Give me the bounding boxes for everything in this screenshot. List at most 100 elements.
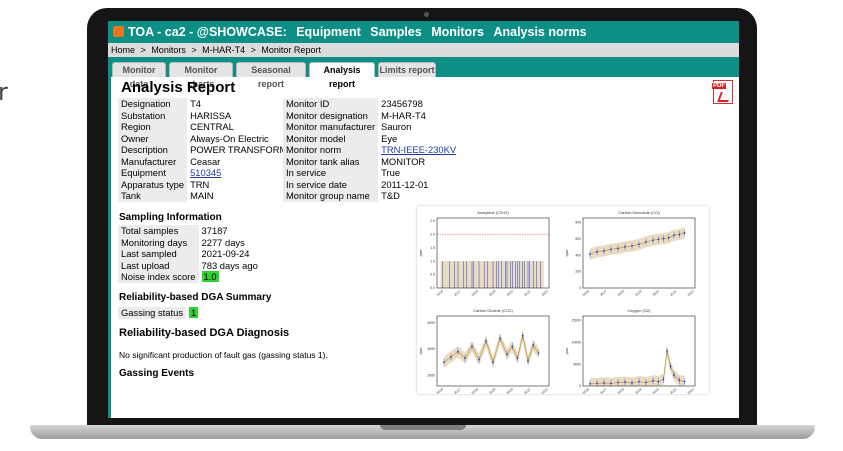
monitor-norm-link[interactable]: TRN-IEEE-230KV <box>381 144 456 155</box>
data-point <box>673 234 675 237</box>
dga-charts: Acetylene (C2H2) ppm 0.0 0.5 1.0 1.5 2.0 2.5 201… <box>417 206 709 395</box>
x-tick-label: 2019 <box>488 289 496 297</box>
y-tick-label: 1.5 <box>430 246 435 250</box>
row-key: Tank <box>118 190 188 202</box>
gassing-status-label: Gassing status <box>118 307 187 319</box>
table-row: Manufacturer Ceasar <box>118 155 304 167</box>
pdf-icon-label: PDF <box>712 83 726 89</box>
pdf-export-icon[interactable]: PDF <box>712 80 733 104</box>
row-value: T&D <box>378 190 460 202</box>
table-row: Monitor group name T&D <box>283 190 460 202</box>
data-point <box>657 380 660 383</box>
menu-equipment[interactable]: Equipment <box>296 25 361 39</box>
breadcrumb-monitor[interactable]: M-HAR-T4 <box>202 45 245 55</box>
breadcrumb-sep: > <box>191 45 197 55</box>
sampling-table: Total samples 37187 Monitoring days 2277 d… <box>118 225 261 283</box>
data-point <box>485 340 487 342</box>
band-area <box>440 261 544 288</box>
data-point <box>645 381 647 384</box>
data-point <box>638 243 640 246</box>
breadcrumb-monitors[interactable]: Monitors <box>151 45 186 55</box>
y-tick-label: 200 <box>575 270 581 274</box>
table-row: Monitor designation M-HAR-T4 <box>283 109 460 121</box>
menu-monitors[interactable]: Monitors <box>431 25 484 39</box>
x-tick-label: 2018 <box>617 289 625 297</box>
row-key: Region <box>118 121 188 133</box>
app-logo-icon <box>113 26 124 37</box>
tab-bar: Monitor data Monitor charts Seasonal rep… <box>108 57 739 89</box>
row-value: Eye <box>378 132 460 144</box>
x-tick-label: 2021 <box>523 387 531 394</box>
breadcrumb-current: Monitor Report <box>261 45 321 55</box>
y-axis-label: ppm <box>419 250 423 257</box>
data-point <box>667 236 670 239</box>
x-tick-label: 2017 <box>453 387 461 394</box>
data-point <box>464 357 466 360</box>
data-point <box>669 365 672 368</box>
tab-analysis-report[interactable]: Analysis report <box>309 62 375 89</box>
page-title: Analysis Report <box>121 79 236 96</box>
x-tick-label: 2018 <box>471 387 479 394</box>
x-tick-label: 2017 <box>599 387 607 394</box>
tab-limits-report[interactable]: Limits report <box>378 62 436 77</box>
data-point <box>596 382 598 385</box>
row-value: Sauron <box>378 121 460 133</box>
data-point <box>506 353 508 356</box>
table-row: Noise index score 1.0 <box>118 271 261 283</box>
data-point <box>624 381 626 383</box>
breadcrumb-home[interactable]: Home <box>111 45 135 55</box>
data-point <box>589 382 591 385</box>
row-key: Substation <box>118 109 188 121</box>
table-row: Last upload 783 days ago <box>118 259 261 271</box>
row-value: 783 days ago <box>198 259 261 271</box>
table-row: Monitor tank alias MONITOR <box>283 155 460 167</box>
gassing-table: Gassing status 1 <box>118 307 202 319</box>
tab-monitor-charts[interactable]: Monitor charts <box>169 62 233 89</box>
dga-diagnosis-text: No significant production of fault gas (… <box>119 350 328 360</box>
data-point <box>617 247 619 250</box>
confidence-band <box>590 227 685 260</box>
data-point <box>638 380 640 383</box>
row-key: In service date <box>283 178 379 190</box>
row-key: Last upload <box>118 259 199 271</box>
data-point <box>683 380 686 383</box>
tab-seasonal-report[interactable]: Seasonal report <box>236 62 306 89</box>
equipment-link[interactable]: 510345 <box>190 167 221 178</box>
data-point <box>678 233 681 236</box>
menu-samples[interactable]: Samples <box>370 25 421 39</box>
x-tick-label: 2021 <box>523 289 531 297</box>
data-point <box>610 248 612 251</box>
chart-title: Carbon Dioxide (CO2) <box>473 308 513 313</box>
background-glyph: r <box>0 78 8 106</box>
y-tick-label: 400 <box>575 253 581 257</box>
breadcrumb-sep: > <box>140 45 146 55</box>
chart-title: Acetylene (C2H2) <box>477 210 509 215</box>
data-point <box>511 345 514 348</box>
row-key: Monitor group name <box>283 190 379 202</box>
row-value: MONITOR <box>378 155 460 167</box>
dga-diagnosis-heading: Reliability-based DGA Diagnosis <box>119 327 290 339</box>
row-key: Designation <box>118 98 188 110</box>
y-tick-label: 0.0 <box>430 286 435 290</box>
x-tick-label: 2019 <box>488 387 496 394</box>
menu-analysis-norms[interactable]: Analysis norms <box>493 25 586 39</box>
data-point <box>603 382 605 384</box>
y-axis-label: ppm <box>419 348 423 355</box>
row-value: 2021-09-24 <box>198 248 261 260</box>
y-tick-label: 2.0 <box>430 232 435 236</box>
table-row: Monitor norm TRN-IEEE-230KV <box>283 144 460 156</box>
app-screen: TOA - ca2 - @SHOWCASE: Equipment Samples… <box>108 21 739 418</box>
x-tick-label: 2021 <box>669 387 677 394</box>
y-axis-label: ppm <box>565 348 569 355</box>
y-tick-label: 800 <box>575 220 581 224</box>
equipment-info-table: Designation T4 Substation HARISSA Region CE… <box>118 98 304 202</box>
table-row: In service date 2011-12-01 <box>283 178 460 190</box>
y-tick-label: 2000 <box>427 374 435 378</box>
table-row: Designation T4 <box>118 98 304 110</box>
chart-title: Carbon Monoxide (CO) <box>618 210 660 215</box>
data-point <box>589 253 591 256</box>
x-tick-label: 2017 <box>453 289 461 297</box>
x-tick-label: 2018 <box>617 387 625 394</box>
x-tick-label: 2022 <box>687 289 695 297</box>
tab-monitor-data[interactable]: Monitor data <box>112 62 166 89</box>
